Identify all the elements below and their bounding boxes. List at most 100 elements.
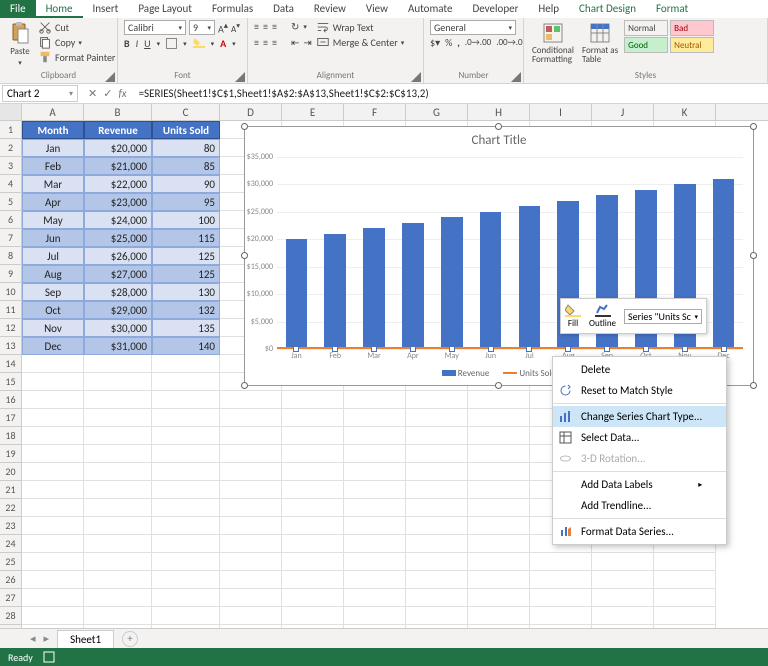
table-cell[interactable]: Jan [22,139,84,157]
col-header-F[interactable]: F [344,104,406,120]
bold-button[interactable]: B [124,37,130,50]
chart-bar[interactable] [324,234,346,349]
chart-object[interactable]: Chart Title $0$5,000$10,000$15,000$20,00… [244,126,754,386]
table-cell[interactable]: May [22,211,84,229]
row-header-13[interactable]: 13 [0,337,22,355]
fillcolor-button[interactable] [193,36,205,51]
row-header-21[interactable]: 21 [0,481,22,499]
row-header-16[interactable]: 16 [0,391,22,409]
row-header-14[interactable]: 14 [0,355,22,373]
row-header-6[interactable]: 6 [0,211,22,229]
alignmid-icon[interactable]: ≡ [263,20,268,33]
format-as-table-button[interactable]: Format as Table [580,20,620,65]
table-cell[interactable]: $26,000 [84,247,152,265]
aligntop-icon[interactable]: ≡ [254,20,259,33]
table-cell[interactable]: 140 [152,337,220,355]
chart-title[interactable]: Chart Title [245,127,753,154]
table-cell[interactable]: 100 [152,211,220,229]
table-cell[interactable]: $27,000 [84,265,152,283]
fx-icon[interactable]: fx [118,87,126,100]
chart-bar[interactable] [441,217,463,349]
currency-icon[interactable]: $▾ [430,36,440,49]
col-header-J[interactable]: J [592,104,654,120]
ctx-change-chart-type[interactable]: Change Series Chart Type... [553,406,726,427]
table-cell[interactable]: 130 [152,283,220,301]
font-launcher[interactable] [235,72,245,82]
chart-bar[interactable] [286,239,308,349]
row-header-28[interactable]: 28 [0,607,22,625]
table-cell[interactable]: Jul [22,247,84,265]
chart-point-marker[interactable] [488,346,494,352]
col-header-A[interactable]: A [22,104,84,120]
col-header-K[interactable]: K [654,104,716,120]
enter-icon[interactable]: ✓ [103,87,112,100]
table-cell[interactable]: 80 [152,139,220,157]
cut-button[interactable]: Cut [38,20,115,34]
chart-point-marker[interactable] [682,346,688,352]
underline-button[interactable]: U [144,37,150,50]
number-launcher[interactable] [511,72,521,82]
tab-home[interactable]: Home [36,0,83,18]
ctx-add-trendline[interactable]: Add Trendline... [553,495,726,516]
col-header-I[interactable]: I [530,104,592,120]
tab-pagelayout[interactable]: Page Layout [128,0,202,18]
row-header-2[interactable]: 2 [0,139,22,157]
row-header-29[interactable]: 29 [0,625,22,628]
col-header-H[interactable]: H [468,104,530,120]
indentdec-icon[interactable]: ⇤ [291,36,299,49]
chart-point-marker[interactable] [332,346,338,352]
table-cell[interactable]: 90 [152,175,220,193]
chart-point-marker[interactable] [293,346,299,352]
table-cell[interactable]: $21,000 [84,157,152,175]
tab-chartdesign[interactable]: Chart Design [569,0,646,18]
tab-file[interactable]: File [0,0,36,18]
cancel-icon[interactable]: ✕ [88,87,97,100]
tab-formulas[interactable]: Formulas [202,0,263,18]
table-cell[interactable]: $28,000 [84,283,152,301]
table-cell[interactable]: 125 [152,265,220,283]
tab-insert[interactable]: Insert [83,0,129,18]
chart-bar[interactable] [713,179,735,349]
row-header-18[interactable]: 18 [0,427,22,445]
font-size-select[interactable]: 9▾ [189,20,215,35]
percent-icon[interactable]: % [445,36,452,49]
number-format-select[interactable]: General▾ [430,20,516,35]
table-cell[interactable]: 132 [152,301,220,319]
clipboard-launcher[interactable] [105,72,115,82]
row-header-15[interactable]: 15 [0,373,22,391]
col-header-C[interactable]: C [152,104,220,120]
table-cell[interactable]: Sep [22,283,84,301]
table-cell[interactable]: 125 [152,247,220,265]
tab-automate[interactable]: Automate [398,0,463,18]
row-header-8[interactable]: 8 [0,247,22,265]
fontcolor-button[interactable]: A [220,37,226,50]
chart-point-marker[interactable] [565,346,571,352]
chart-bar[interactable] [519,206,541,349]
paste-button[interactable]: Paste▾ [6,20,34,68]
row-header-25[interactable]: 25 [0,553,22,571]
table-cell[interactable]: $29,000 [84,301,152,319]
table-cell[interactable]: Jun [22,229,84,247]
merge-button[interactable]: Merge & Center▾ [316,35,405,49]
col-header-G[interactable]: G [406,104,468,120]
table-header[interactable]: Month [22,121,84,139]
chart-point-marker[interactable] [643,346,649,352]
chart-bar[interactable] [480,212,502,349]
chart-point-marker[interactable] [604,346,610,352]
table-cell[interactable]: Feb [22,157,84,175]
table-cell[interactable]: $22,000 [84,175,152,193]
row-header-9[interactable]: 9 [0,265,22,283]
alignright-icon[interactable]: ≡ [272,36,277,49]
ctx-delete[interactable]: Delete [553,359,726,380]
ctx-select-data[interactable]: Select Data... [553,427,726,448]
copy-button[interactable]: Copy▾ [38,35,115,49]
alignment-launcher[interactable] [411,72,421,82]
table-cell[interactable]: 135 [152,319,220,337]
orientation-icon[interactable]: ↻ [291,20,299,33]
table-cell[interactable]: 115 [152,229,220,247]
table-cell[interactable]: $25,000 [84,229,152,247]
tab-data[interactable]: Data [263,0,304,18]
row-header-20[interactable]: 20 [0,463,22,481]
decdec-icon[interactable]: .00→.0 [496,37,522,48]
chart-bar[interactable] [363,228,385,349]
